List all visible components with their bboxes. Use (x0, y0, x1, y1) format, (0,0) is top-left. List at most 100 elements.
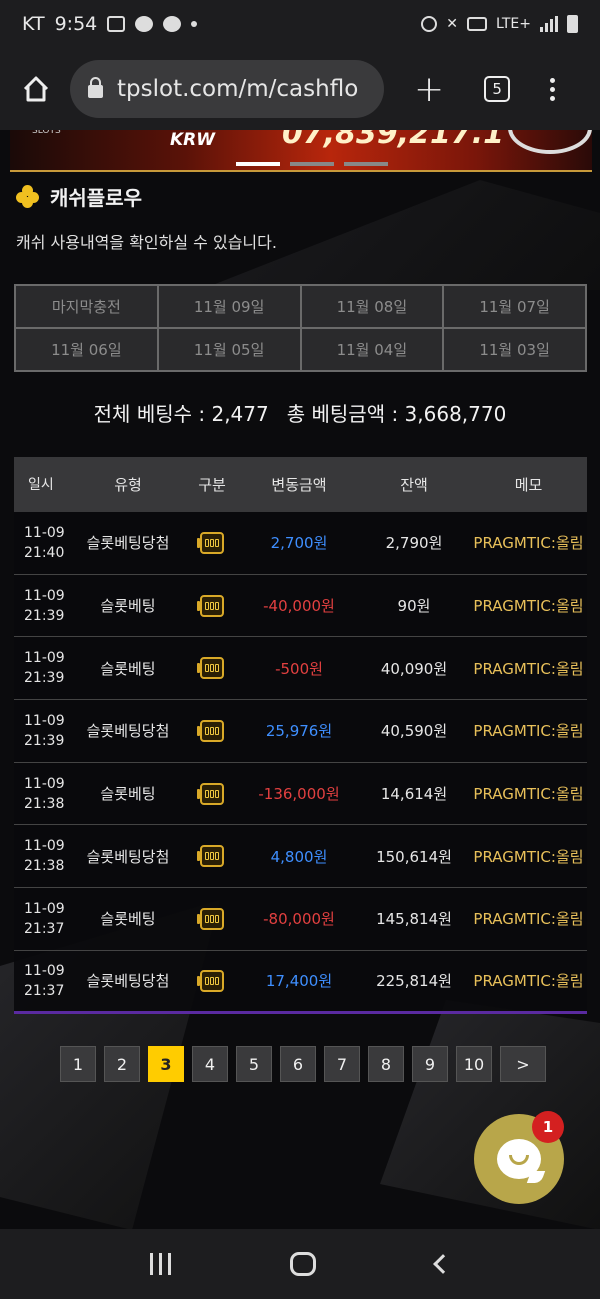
pagination: 1 2 3 4 5 6 7 8 9 10 > (60, 1046, 546, 1082)
more-notifications-icon (191, 21, 198, 27)
page-button-10[interactable]: 10 (456, 1046, 492, 1082)
row-date: 11-09 (24, 524, 65, 541)
row-amount: -80,000원 (263, 910, 335, 929)
row-kind (184, 845, 240, 868)
table-row: 11-09 21:40 슬롯베팅당첨 2,700원 2,790원 PRAGMTIC:올림 (14, 512, 587, 575)
row-date: 11-09 (24, 650, 65, 667)
row-amount: 25,976원 (265, 722, 333, 741)
page-button-2[interactable]: 2 (104, 1046, 140, 1082)
row-memo: PRAGMTIC:올림 (473, 785, 584, 804)
tab-switcher-button[interactable]: 5 (484, 76, 511, 102)
row-balance: 2,790원 (385, 534, 443, 553)
date-filter-1105[interactable]: 11월 05일 (157, 328, 301, 371)
page-button-4[interactable]: 4 (192, 1046, 228, 1082)
row-datetime: 11-09 21:37 (14, 961, 72, 1001)
table-row: 11-09 21:37 슬롯베팅당첨 17,400원 225,814원 PRAGMTIC:… (14, 950, 587, 1014)
header-amount: 변동금액 (271, 476, 327, 494)
table-row: 11-09 21:38 슬롯베팅 -136,000원 14,614원 PRAGMTIC:올… (14, 762, 587, 826)
page-button-6[interactable]: 6 (280, 1046, 316, 1082)
background-shard (380, 1000, 600, 1230)
row-kind (184, 657, 240, 680)
row-datetime: 11-09 21:40 (14, 523, 72, 563)
slot-machine-icon (197, 969, 224, 992)
row-time: 21:38 (24, 858, 65, 875)
table-header: 일시 유형 구분 변동금액 잔액 메모 (14, 457, 587, 512)
row-type: 슬롯베팅 (100, 659, 156, 678)
banner-currency: KRW (170, 130, 216, 150)
row-datetime: 11-09 21:39 (14, 648, 72, 688)
row-type: 슬롯베팅 (100, 910, 156, 929)
alarm-icon (421, 16, 438, 32)
page-button-5[interactable]: 5 (236, 1046, 272, 1082)
row-date: 11-09 (24, 712, 65, 729)
back-button[interactable] (433, 1254, 454, 1274)
network-type: LTE+ (496, 16, 531, 32)
page-button-3[interactable]: 3 (148, 1046, 184, 1082)
recent-apps-button[interactable] (149, 1253, 171, 1275)
date-filter-grid: 마지막충전 11월 09일 11월 08일 11월 07일 11월 06일 11… (14, 284, 587, 372)
page-button-7[interactable]: 7 (324, 1046, 360, 1082)
row-kind (184, 782, 240, 805)
row-balance: 14,614원 (380, 785, 448, 804)
header-memo: 메모 (514, 476, 543, 494)
next-page-button[interactable]: > (500, 1046, 546, 1082)
date-filter-last-charge[interactable]: 마지막충전 (15, 285, 158, 328)
table-body: 11-09 21:40 슬롯베팅당첨 2,700원 2,790원 PRAGMTIC:올림 1… (14, 512, 587, 1014)
page-description: 캐쉬 사용내역을 확인하실 수 있습니다. (16, 233, 277, 252)
row-amount: -40,000원 (263, 597, 335, 616)
row-date: 11-09 (24, 838, 65, 855)
row-memo: PRAGMTIC:올림 (473, 910, 584, 929)
row-datetime: 11-09 21:38 (14, 774, 72, 814)
row-balance: 40,590원 (380, 722, 448, 741)
browser-toolbar: tpslot.com/m/cashflo + 5 (0, 48, 600, 130)
row-type: 슬롯베팅 (100, 597, 156, 616)
row-type: 슬롯베팅 (100, 785, 156, 804)
slot-machine-icon (197, 845, 224, 868)
row-balance: 150,614원 (376, 847, 452, 866)
table-row: 11-09 21:39 슬롯베팅 -500원 40,090원 PRAGMTIC:올림 (14, 637, 587, 701)
row-datetime: 11-09 21:39 (14, 586, 72, 626)
table-row: 11-09 21:39 슬롯베팅 -40,000원 90원 PRAGMTIC:올림 (14, 574, 587, 638)
date-filter-1109[interactable]: 11월 09일 (157, 285, 301, 328)
row-time: 21:37 (24, 920, 65, 937)
row-amount: 2,700원 (270, 534, 328, 553)
page-button-8[interactable]: 8 (368, 1046, 404, 1082)
row-date: 11-09 (24, 775, 65, 792)
home-button[interactable] (14, 67, 58, 111)
row-memo: PRAGMTIC:올림 (473, 722, 584, 741)
home-nav-button[interactable] (290, 1252, 317, 1276)
row-time: 21:39 (24, 732, 65, 749)
banner-decoration (508, 130, 592, 154)
banner-pager[interactable] (236, 162, 388, 166)
row-memo: PRAGMTIC:올림 (473, 597, 584, 616)
image-notification-icon (107, 16, 126, 32)
row-amount: -500원 (275, 659, 323, 678)
row-time: 21:38 (24, 795, 65, 812)
header-type: 유형 (114, 476, 142, 494)
banner-logo: SLOTS (32, 130, 61, 136)
betting-totals: 전체 베팅수 : 2,477 총 베팅금액 : 3,668,770 (0, 398, 600, 427)
slot-machine-icon (197, 594, 224, 617)
home-icon (23, 76, 49, 102)
page-button-9[interactable]: 9 (412, 1046, 448, 1082)
slot-machine-icon (197, 719, 224, 742)
date-filter-1104[interactable]: 11월 04일 (300, 328, 444, 371)
date-filter-1108[interactable]: 11월 08일 (300, 285, 444, 328)
row-datetime: 11-09 21:37 (14, 899, 72, 939)
row-date: 11-09 (24, 900, 65, 917)
row-date: 11-09 (24, 587, 65, 604)
new-tab-button[interactable]: + (414, 69, 444, 110)
jackpot-banner[interactable]: SLOTS KRW 07,839,217.1 (10, 130, 592, 172)
row-kind (184, 594, 240, 617)
page-button-1[interactable]: 1 (60, 1046, 96, 1082)
header-datetime: 일시 (28, 476, 54, 493)
cashflow-table: 일시 유형 구분 변동금액 잔액 메모 11-09 21:40 슬롯베팅당첨 2,70… (14, 457, 587, 1014)
slot-machine-icon (197, 782, 224, 805)
browser-menu-button[interactable] (550, 77, 556, 101)
address-bar[interactable]: tpslot.com/m/cashflo (70, 60, 384, 118)
date-filter-1106[interactable]: 11월 06일 (15, 328, 158, 371)
total-bet-amount: 총 베팅금액 : 3,668,770 (286, 402, 507, 426)
url-text: tpslot.com/m/cashflo (117, 76, 359, 102)
date-filter-1103[interactable]: 11월 03일 (443, 328, 586, 371)
date-filter-1107[interactable]: 11월 07일 (443, 285, 586, 328)
